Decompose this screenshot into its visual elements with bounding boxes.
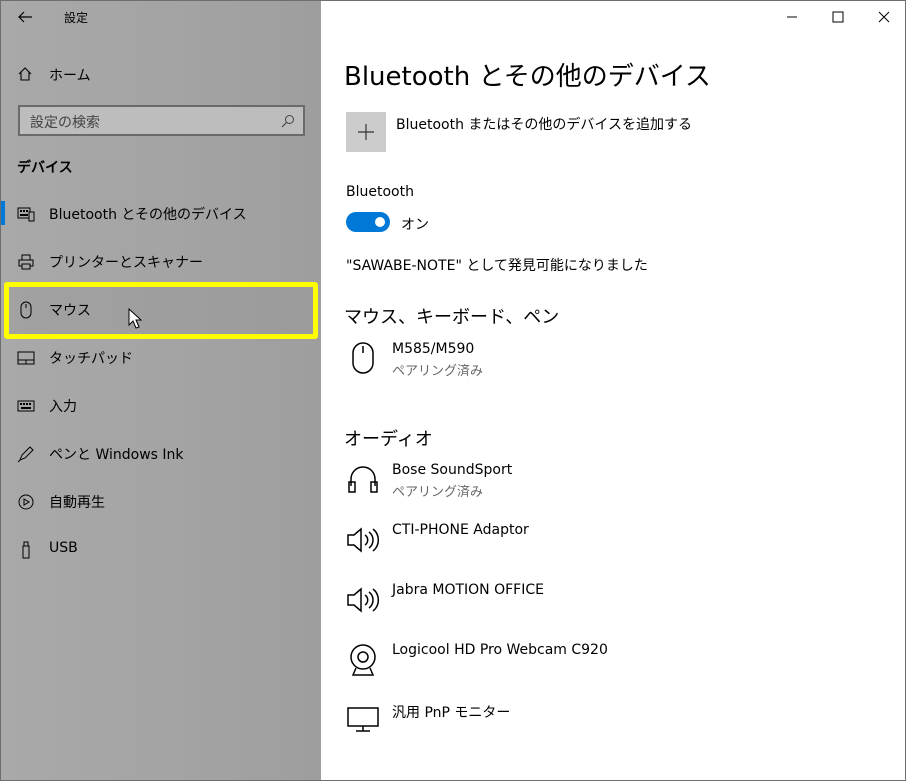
bluetooth-toggle[interactable] bbox=[346, 212, 390, 232]
page-title: Bluetooth とその他のデバイス bbox=[344, 62, 711, 92]
sidebar-item-touchpad[interactable]: タッチパッド bbox=[1, 337, 321, 377]
section-title: デバイス bbox=[17, 160, 73, 176]
sidebar-item-pen[interactable]: ペンと Windows Ink bbox=[1, 433, 321, 473]
device-status: ペアリング済み bbox=[392, 485, 484, 500]
plus-icon bbox=[358, 124, 374, 140]
monitor-icon bbox=[347, 707, 379, 732]
main-content: Bluetooth とその他のデバイス Bluetooth またはその他のデバイ… bbox=[321, 1, 905, 780]
sidebar-item-home[interactable]: ホーム bbox=[1, 57, 321, 91]
discoverable-text: "SAWABE-NOTE" として発見可能になりました bbox=[346, 258, 648, 274]
printer-icon bbox=[18, 254, 34, 270]
sidebar-item-label: ホーム bbox=[49, 68, 91, 84]
sidebar-item-label: 入力 bbox=[49, 399, 77, 415]
sidebar-item-mouse[interactable]: マウス bbox=[1, 289, 321, 329]
search-icon bbox=[281, 115, 294, 128]
sidebar-item-typing[interactable]: 入力 bbox=[1, 385, 321, 425]
sidebar: 設定 ホーム 設定の検索 デバイス Bluetooth とその他のデバイス プリ… bbox=[1, 1, 321, 780]
webcam-icon bbox=[350, 644, 376, 676]
sidebar-item-usb[interactable]: USB bbox=[1, 529, 321, 569]
sidebar-item-label: タッチパッド bbox=[49, 351, 133, 367]
autoplay-icon bbox=[18, 494, 34, 510]
sidebar-item-label: マウス bbox=[49, 303, 91, 319]
device-name: M585/M590 bbox=[392, 341, 475, 357]
device-name: 汎用 PnP モニター bbox=[392, 705, 511, 721]
group-title-audio: オーディオ bbox=[344, 429, 433, 450]
mouse-icon bbox=[20, 301, 32, 319]
sidebar-item-label: Bluetooth とその他のデバイス bbox=[49, 207, 247, 223]
bluetooth-state: オン bbox=[401, 217, 429, 233]
speaker-icon bbox=[347, 527, 380, 553]
bluetooth-devices-icon bbox=[17, 207, 35, 222]
pen-icon bbox=[17, 446, 34, 463]
device-item[interactable]: M585/M590 ペアリング済み bbox=[346, 341, 886, 387]
home-icon bbox=[18, 67, 32, 81]
speaker-icon bbox=[347, 587, 380, 613]
device-name: CTI-PHONE Adaptor bbox=[392, 522, 529, 538]
sidebar-item-printers[interactable]: プリンターとスキャナー bbox=[1, 241, 321, 281]
add-tile bbox=[346, 112, 386, 152]
headphones-icon bbox=[348, 466, 378, 493]
device-status: ペアリング済み bbox=[392, 364, 484, 379]
search-input[interactable]: 設定の検索 bbox=[18, 105, 305, 136]
device-name: Jabra MOTION OFFICE bbox=[392, 582, 544, 598]
settings-window: 設定 ホーム 設定の検索 デバイス Bluetooth とその他のデバイス プリ… bbox=[0, 0, 906, 781]
app-title: 設定 bbox=[64, 11, 89, 25]
device-name: Bose SoundSport bbox=[392, 462, 513, 478]
device-item[interactable]: Jabra MOTION OFFICE bbox=[346, 582, 886, 628]
keyboard-icon bbox=[17, 400, 35, 412]
sidebar-item-label: プリンターとスキャナー bbox=[49, 255, 203, 271]
add-device-label: Bluetooth またはその他のデバイスを追加する bbox=[396, 117, 692, 133]
search-placeholder: 設定の検索 bbox=[30, 115, 100, 131]
back-button[interactable] bbox=[13, 5, 39, 29]
device-item[interactable]: Bose SoundSport ペアリング済み bbox=[346, 462, 886, 508]
mouse-icon bbox=[352, 342, 374, 374]
mouse-pointer-icon bbox=[128, 308, 143, 329]
device-name: Logicool HD Pro Webcam C920 bbox=[392, 642, 608, 658]
titlebar-left: 設定 bbox=[1, 1, 321, 33]
group-title-input-devices: マウス、キーボード、ペン bbox=[344, 307, 560, 328]
bluetooth-label: Bluetooth bbox=[346, 184, 414, 200]
usb-icon bbox=[22, 541, 30, 559]
add-device-button[interactable]: Bluetooth またはその他のデバイスを追加する bbox=[346, 112, 905, 152]
sidebar-item-label: ペンと Windows Ink bbox=[49, 447, 184, 463]
touchpad-icon bbox=[17, 351, 35, 365]
device-item[interactable]: CTI-PHONE Adaptor bbox=[346, 522, 886, 568]
selection-indicator bbox=[1, 201, 5, 225]
device-item[interactable]: Logicool HD Pro Webcam C920 bbox=[346, 642, 886, 688]
device-item[interactable]: 汎用 PnP モニター bbox=[346, 702, 886, 748]
toggle-knob bbox=[375, 217, 385, 227]
sidebar-item-label: 自動再生 bbox=[49, 495, 105, 511]
back-arrow-icon bbox=[18, 11, 32, 23]
sidebar-item-label: USB bbox=[49, 540, 78, 556]
sidebar-item-bluetooth[interactable]: Bluetooth とその他のデバイス bbox=[1, 193, 321, 233]
sidebar-item-autoplay[interactable]: 自動再生 bbox=[1, 481, 321, 521]
